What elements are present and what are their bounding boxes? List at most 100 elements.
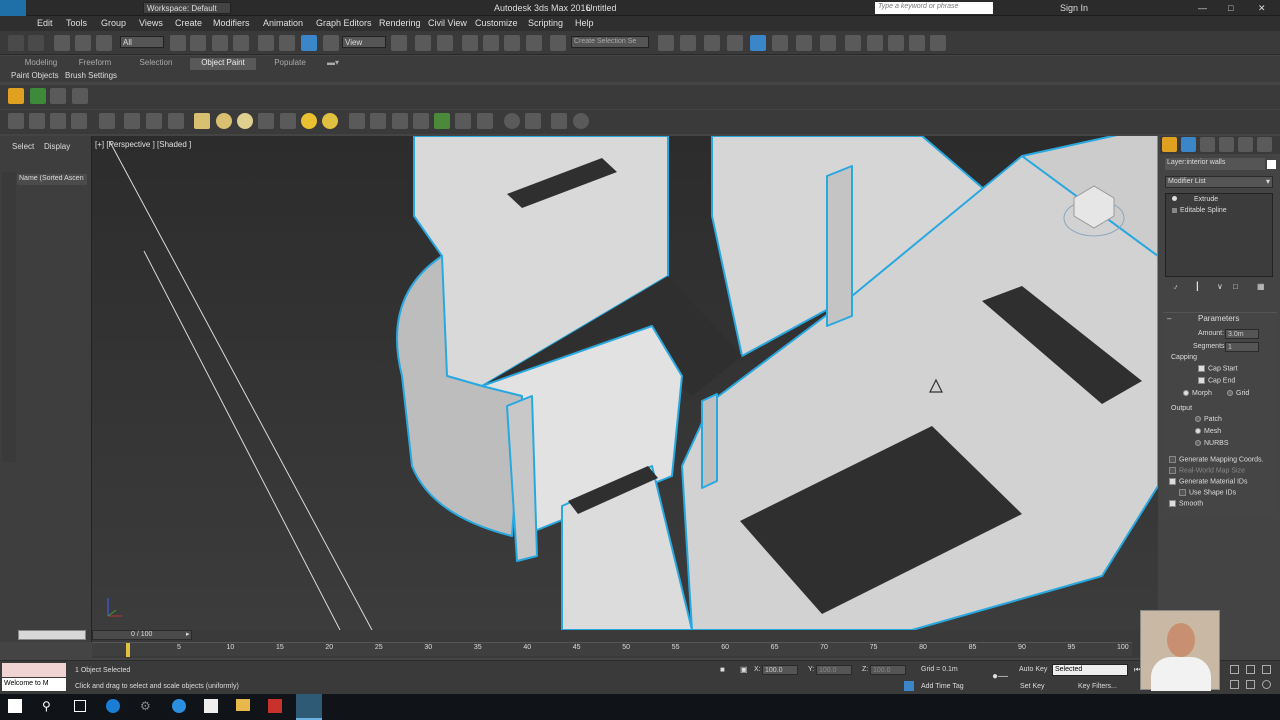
particle-flow-icon[interactable] bbox=[413, 113, 429, 129]
material-editor-icon[interactable] bbox=[820, 35, 836, 51]
real-world-checkbox[interactable]: Real-World Map Size bbox=[1169, 467, 1245, 474]
tree-brush-icon[interactable] bbox=[30, 88, 46, 104]
menu-civil-view[interactable]: Civil View bbox=[428, 18, 467, 28]
create-tab-icon[interactable] bbox=[1162, 137, 1177, 152]
ribbon-subtab-brush-settings[interactable]: Brush Settings bbox=[65, 71, 117, 80]
pan-icon[interactable] bbox=[1246, 680, 1255, 689]
field-of-view-icon[interactable] bbox=[1230, 680, 1239, 689]
rotate-icon[interactable] bbox=[279, 35, 295, 51]
grid-radio[interactable]: Grid bbox=[1227, 390, 1249, 397]
mesh-radio[interactable]: Mesh bbox=[1195, 428, 1221, 435]
scene-tab-display[interactable]: Display bbox=[44, 142, 70, 151]
select-by-name-icon[interactable] bbox=[190, 35, 206, 51]
rollout-collapse-icon[interactable]: – bbox=[1167, 314, 1171, 323]
perspective-viewport[interactable]: [+] [Perspective ] [Shaded ] bbox=[92, 136, 1158, 630]
curve-editor-icon[interactable] bbox=[772, 35, 788, 51]
scene-tab-select[interactable]: Select bbox=[12, 142, 34, 151]
search-input[interactable]: Type a keyword or phrase bbox=[875, 2, 993, 14]
key-mode-icon[interactable]: ●― bbox=[992, 671, 1008, 682]
environment-icon[interactable] bbox=[504, 113, 520, 129]
link-icon[interactable] bbox=[54, 35, 70, 51]
viewport-scene[interactable]: [+] [Perspective ] [Shaded ] bbox=[92, 136, 1158, 630]
gen-material-checkbox[interactable]: Generate Material IDs bbox=[1169, 478, 1247, 485]
a360-render-icon[interactable] bbox=[930, 35, 946, 51]
keyboard-shortcut-icon[interactable] bbox=[437, 35, 453, 51]
snaps-toggle-icon[interactable] bbox=[462, 35, 478, 51]
zoom-icon[interactable] bbox=[1230, 665, 1239, 674]
y-spinner[interactable]: 100.0 bbox=[816, 665, 852, 675]
menu-edit[interactable]: Edit bbox=[37, 18, 53, 28]
teapot-icon[interactable] bbox=[99, 113, 115, 129]
scene-explorer-icon[interactable] bbox=[727, 35, 743, 51]
morph-radio[interactable]: Morph bbox=[1183, 390, 1212, 397]
ie-icon[interactable] bbox=[172, 699, 186, 713]
redo-icon[interactable] bbox=[28, 35, 44, 51]
render-iterative-icon[interactable] bbox=[909, 35, 925, 51]
minimize-button[interactable]: — bbox=[1198, 3, 1207, 13]
cap-start-checkbox[interactable]: Cap Start bbox=[1198, 365, 1238, 372]
wall-divider-1[interactable] bbox=[701, 393, 718, 489]
remove-modifier-icon[interactable]: □ bbox=[1233, 282, 1238, 291]
omni-light-icon[interactable] bbox=[322, 113, 338, 129]
menu-customize[interactable]: Customize bbox=[475, 18, 518, 28]
layer-color-swatch[interactable] bbox=[1267, 160, 1276, 169]
table-icon[interactable] bbox=[525, 113, 541, 129]
track-bar[interactable]: 5 10 15 20 25 30 35 40 45 50 55 60 65 70 75 80 85 90 95 100 bbox=[92, 642, 1132, 657]
selected-set-dropdown[interactable]: Selected bbox=[1052, 664, 1128, 676]
sign-in-link[interactable]: Sign In bbox=[1060, 3, 1088, 13]
search-taskbar-icon[interactable]: ⚲ bbox=[42, 699, 51, 713]
3dsmax-taskbar-icon[interactable] bbox=[296, 694, 322, 720]
lightbulb-icon[interactable] bbox=[1172, 196, 1177, 201]
orbit-icon[interactable] bbox=[1262, 680, 1271, 689]
stack-item-editable-spline[interactable]: Editable Spline bbox=[1166, 206, 1272, 216]
edge-icon[interactable] bbox=[106, 699, 120, 713]
show-end-result-icon[interactable]: ┃ bbox=[1195, 282, 1200, 291]
ribbon-options-icon[interactable]: ▬▾ bbox=[324, 58, 342, 70]
lock-icon[interactable]: ■ bbox=[720, 665, 725, 674]
smooth-checkbox[interactable]: Smooth bbox=[1169, 500, 1203, 507]
ribbon-tab-object-paint[interactable]: Object Paint bbox=[190, 58, 256, 70]
selection-filter-dropdown[interactable]: All bbox=[120, 36, 164, 48]
utilities-tab-icon[interactable] bbox=[1257, 137, 1272, 152]
windows-start-icon[interactable] bbox=[8, 699, 22, 713]
absolute-mode-icon[interactable]: ▣ bbox=[740, 665, 748, 674]
z-spinner[interactable]: 100.0 bbox=[870, 665, 906, 675]
parameters-title[interactable]: Parameters bbox=[1198, 314, 1239, 323]
layer-field[interactable]: Layer:interior walls bbox=[1165, 158, 1265, 170]
particles-icon[interactable] bbox=[146, 113, 162, 129]
render-production-icon[interactable] bbox=[888, 35, 904, 51]
stairs-icon[interactable] bbox=[477, 113, 493, 129]
motion-tab-icon[interactable] bbox=[1219, 137, 1234, 152]
move-icon[interactable] bbox=[258, 35, 274, 51]
select-object-icon[interactable] bbox=[170, 35, 186, 51]
maximize-button[interactable]: □ bbox=[1228, 3, 1233, 13]
place-icon[interactable] bbox=[323, 35, 339, 51]
select-manipulate-icon[interactable] bbox=[415, 35, 431, 51]
window-crossing-icon[interactable] bbox=[233, 35, 249, 51]
settings-app-icon[interactable]: ⚙ bbox=[140, 699, 151, 713]
render-setup-icon[interactable] bbox=[845, 35, 861, 51]
create-geometry-icon[interactable] bbox=[8, 113, 24, 129]
pin-stack-icon[interactable]: ⍻ bbox=[1173, 282, 1177, 292]
percent-snap-icon[interactable] bbox=[504, 35, 520, 51]
time-slider[interactable]: 0 / 100 bbox=[92, 630, 192, 640]
railing-icon[interactable] bbox=[455, 113, 471, 129]
gen-mapping-checkbox[interactable]: Generate Mapping Coords. bbox=[1169, 456, 1263, 463]
store-icon[interactable] bbox=[204, 699, 218, 713]
maxscript-listener[interactable] bbox=[2, 663, 66, 677]
bones-icon[interactable] bbox=[124, 113, 140, 129]
app-logo-icon[interactable] bbox=[0, 0, 26, 16]
paint-tool-icon[interactable] bbox=[8, 88, 24, 104]
auto-key-button[interactable]: Auto Key bbox=[1019, 666, 1047, 673]
menu-scripting[interactable]: Scripting bbox=[528, 18, 563, 28]
schematic-view-icon[interactable] bbox=[796, 35, 812, 51]
maxscript-input[interactable]: Welcome to M bbox=[2, 678, 66, 691]
zoom-extents-icon[interactable] bbox=[1262, 665, 1271, 674]
create-shapes-icon[interactable] bbox=[29, 113, 45, 129]
ribbon-tab-selection[interactable]: Selection bbox=[130, 58, 182, 70]
configure-sets-icon[interactable]: ▦ bbox=[1257, 282, 1265, 291]
display-tab-icon[interactable] bbox=[1238, 137, 1253, 152]
task-view-icon[interactable] bbox=[74, 700, 86, 712]
cone-icon[interactable] bbox=[280, 113, 296, 129]
menu-animation[interactable]: Animation bbox=[263, 18, 303, 28]
